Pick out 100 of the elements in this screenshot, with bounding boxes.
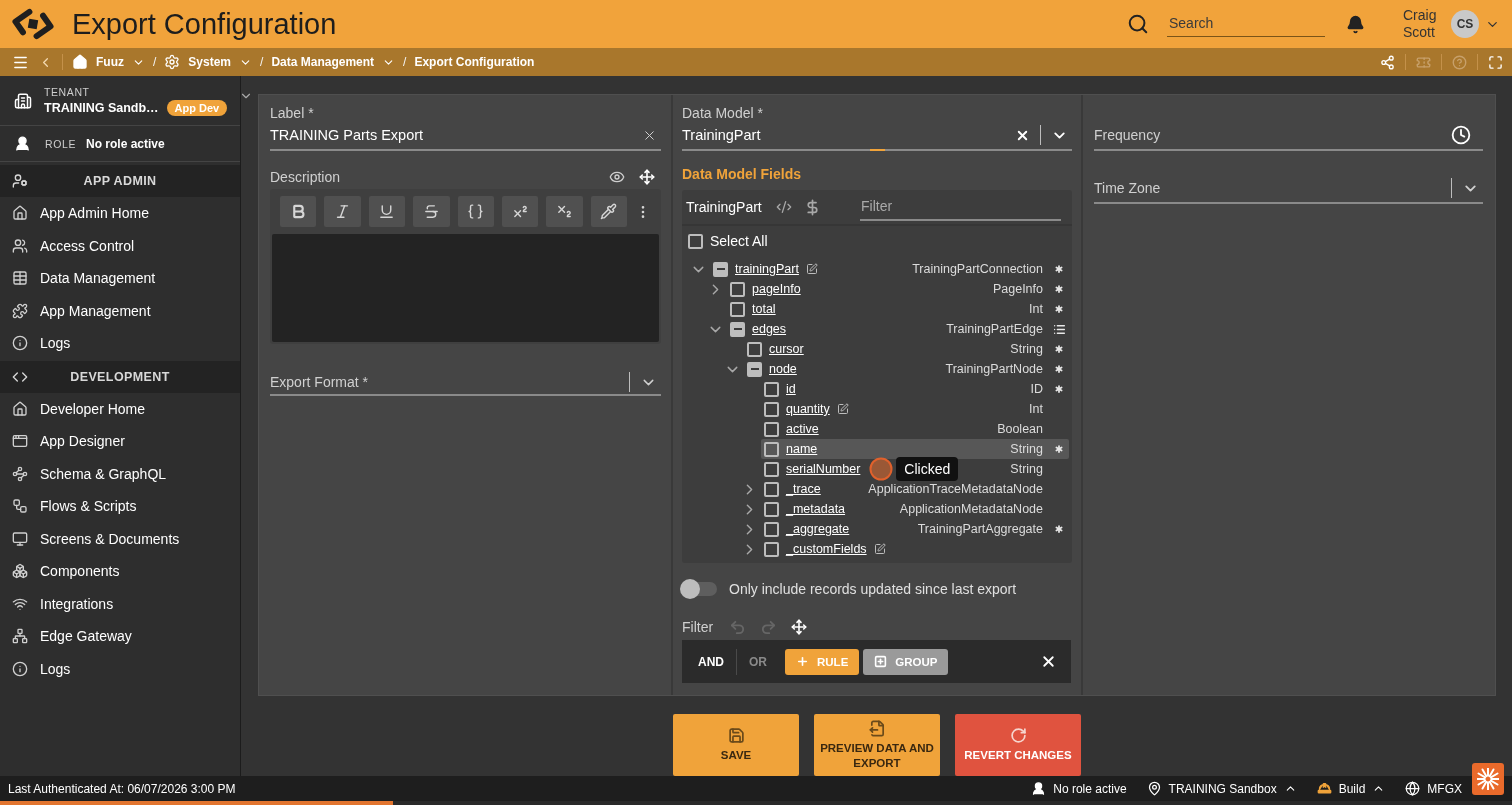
underline-button[interactable] bbox=[368, 196, 406, 227]
field-name[interactable]: _aggregate bbox=[786, 522, 850, 536]
tree-row[interactable]: name String bbox=[761, 439, 1069, 459]
tree-row[interactable]: total Int bbox=[727, 299, 1069, 319]
tree-row[interactable]: _customFields bbox=[761, 539, 1069, 559]
field-name[interactable]: cursor bbox=[769, 342, 804, 356]
fullscreen-icon[interactable] bbox=[1488, 54, 1503, 70]
nav-item[interactable]: Access Control bbox=[0, 229, 240, 262]
toggle-switch[interactable] bbox=[680, 579, 718, 599]
checkbox[interactable] bbox=[764, 541, 779, 557]
field-name[interactable]: _metadata bbox=[786, 502, 846, 516]
breadcrumb-link[interactable]: Fuuz bbox=[72, 54, 145, 70]
field-name[interactable]: quantity bbox=[786, 402, 830, 416]
tree-row[interactable]: quantity Int bbox=[761, 399, 1069, 419]
nav-item[interactable]: App Designer bbox=[0, 425, 240, 458]
status-text[interactable]: Build bbox=[1338, 781, 1366, 796]
superscript-button[interactable] bbox=[501, 196, 539, 227]
field-name[interactable]: trainingPart bbox=[735, 262, 799, 276]
edit-icon[interactable] bbox=[873, 543, 886, 555]
select-all-option[interactable]: Select All bbox=[682, 226, 1072, 256]
nav-item[interactable]: Screens & Documents bbox=[0, 522, 240, 555]
combinator-toggle[interactable]: AND bbox=[698, 654, 724, 669]
edit-icon[interactable] bbox=[805, 263, 818, 275]
tree-row[interactable]: cursor String bbox=[744, 339, 1069, 359]
nav-item[interactable]: App Admin Home bbox=[0, 197, 240, 230]
tree-row[interactable]: edges TrainingPartEdge bbox=[727, 319, 1069, 339]
clock-icon[interactable] bbox=[1451, 125, 1471, 145]
field-name[interactable]: active bbox=[786, 422, 819, 436]
tree-row[interactable]: node TrainingPartNode bbox=[744, 359, 1069, 379]
bold-button[interactable] bbox=[280, 196, 317, 227]
checkbox[interactable] bbox=[764, 461, 779, 477]
move-icon[interactable] bbox=[639, 169, 655, 185]
breadcrumb-link[interactable]: System bbox=[164, 54, 253, 70]
checkbox[interactable] bbox=[764, 381, 779, 397]
move-icon[interactable] bbox=[791, 619, 808, 635]
code-icon[interactable] bbox=[775, 199, 792, 215]
tree-row[interactable]: _trace ApplicationTraceMetadataNode bbox=[761, 479, 1069, 499]
checkbox[interactable] bbox=[764, 401, 779, 417]
share-icon[interactable] bbox=[1380, 54, 1395, 70]
breadcrumb-link[interactable]: Export Configuration bbox=[414, 55, 535, 69]
field-name[interactable]: id bbox=[786, 382, 796, 396]
nav-item[interactable]: Logs bbox=[0, 327, 240, 360]
checkbox[interactable] bbox=[730, 281, 745, 297]
pipette-button[interactable] bbox=[590, 196, 627, 227]
checkbox[interactable] bbox=[764, 501, 779, 517]
field-name[interactable]: _customFields bbox=[786, 542, 867, 556]
nav-item[interactable]: App Management bbox=[0, 294, 240, 327]
assistant-button[interactable] bbox=[1472, 763, 1504, 795]
checkbox[interactable] bbox=[747, 341, 762, 357]
preview-export-button[interactable]: PREVIEW DATA AND EXPORT bbox=[814, 714, 940, 776]
status-text[interactable]: No role active bbox=[1053, 781, 1127, 796]
checkbox[interactable] bbox=[764, 521, 779, 537]
filter-field[interactable]: Filter bbox=[860, 193, 1061, 221]
status-text[interactable]: TRAINING Sandbox bbox=[1168, 781, 1277, 796]
nav-item[interactable]: Integrations bbox=[0, 587, 240, 620]
checkbox[interactable] bbox=[713, 261, 728, 277]
nav-item[interactable]: Logs bbox=[0, 652, 240, 685]
checkbox[interactable] bbox=[764, 481, 779, 497]
breadcrumb-link[interactable]: Data Management bbox=[271, 55, 396, 69]
time-zone-select[interactable]: Time Zone bbox=[1094, 174, 1483, 204]
edit-icon[interactable] bbox=[836, 403, 849, 415]
tree-row[interactable]: id ID bbox=[761, 379, 1069, 399]
eye-icon[interactable] bbox=[609, 169, 625, 185]
italic-button[interactable] bbox=[324, 196, 361, 227]
nav-item[interactable]: Flows & Scripts bbox=[0, 490, 240, 523]
field-name[interactable]: edges bbox=[752, 322, 787, 336]
tree-row[interactable]: _metadata ApplicationMetadataNode bbox=[761, 499, 1069, 519]
field-name[interactable]: pageInfo bbox=[752, 282, 801, 296]
field-name[interactable]: _trace bbox=[786, 482, 821, 496]
save-button[interactable]: SAVE bbox=[673, 714, 799, 776]
field-name[interactable]: node bbox=[769, 362, 797, 376]
nav-item[interactable]: Components bbox=[0, 555, 240, 588]
field-name[interactable]: name bbox=[786, 442, 818, 456]
tree-row[interactable]: active Boolean bbox=[761, 419, 1069, 439]
user-avatar[interactable]: CS bbox=[1451, 10, 1479, 38]
nav-item[interactable]: Data Management bbox=[0, 262, 240, 295]
strikethrough-button[interactable] bbox=[413, 196, 450, 227]
tree-row[interactable]: serialNumber Clicked String bbox=[761, 459, 1069, 479]
checkbox[interactable] bbox=[730, 321, 745, 337]
nav-item[interactable]: Schema & GraphQL bbox=[0, 457, 240, 490]
combinator-toggle[interactable]: OR bbox=[749, 654, 767, 669]
revert-button[interactable]: REVERT CHANGES bbox=[955, 714, 1081, 776]
label-field[interactable]: TRAINING Parts Export bbox=[270, 121, 661, 151]
tree-row[interactable]: _aggregate TrainingPartAggregate bbox=[761, 519, 1069, 539]
search-field[interactable]: Search bbox=[1167, 11, 1325, 37]
checkbox[interactable] bbox=[730, 301, 745, 317]
tree-row[interactable]: trainingPart TrainingPartConnection bbox=[710, 259, 1069, 279]
nav-item[interactable]: Developer Home bbox=[0, 392, 240, 425]
bell-icon[interactable] bbox=[1346, 14, 1365, 34]
data-model-select[interactable]: TrainingPart bbox=[682, 121, 1072, 151]
frequency-field[interactable]: Frequency bbox=[1094, 121, 1483, 151]
braces-button[interactable] bbox=[457, 196, 494, 227]
status-text[interactable]: MFGX bbox=[1427, 781, 1462, 796]
subscript-button[interactable] bbox=[546, 196, 583, 227]
export-format-select[interactable]: Export Format * bbox=[270, 370, 661, 396]
close-icon[interactable] bbox=[1040, 653, 1057, 670]
field-name[interactable]: total bbox=[752, 302, 776, 316]
nav-item[interactable]: Edge Gateway bbox=[0, 620, 240, 653]
checkbox[interactable] bbox=[764, 421, 779, 437]
tree-row[interactable]: pageInfo PageInfo bbox=[727, 279, 1069, 299]
